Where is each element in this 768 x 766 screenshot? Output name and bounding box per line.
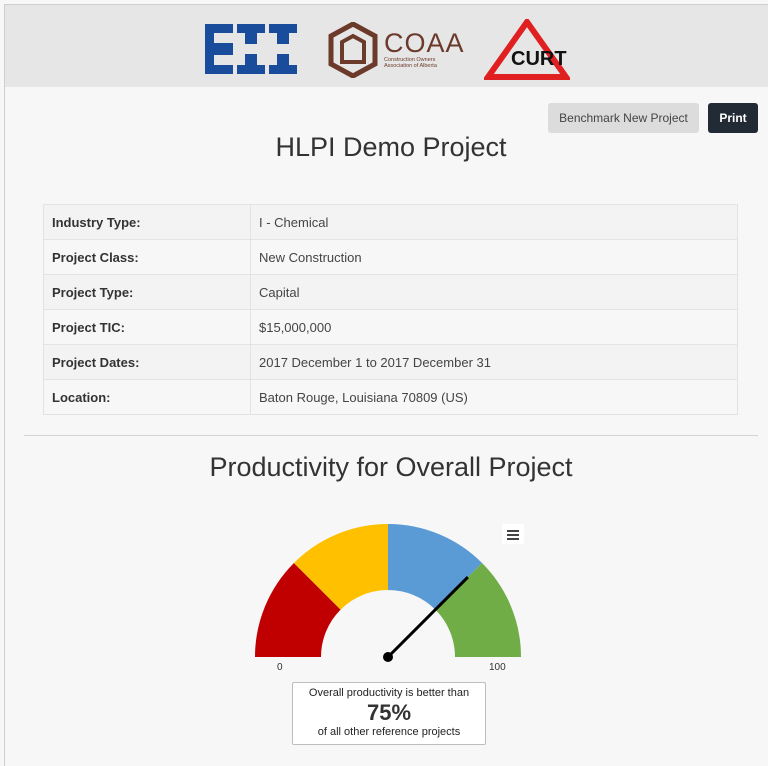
productivity-summary-box: Overall productivity is better than 75% … (292, 682, 486, 745)
detail-value: Baton Rouge, Louisiana 70809 (US) (250, 379, 738, 415)
table-row: Project Class: New Construction (43, 239, 738, 275)
detail-label: Industry Type: (43, 204, 251, 240)
detail-label: Project Type: (43, 274, 251, 310)
page-title: HLPI Demo Project (275, 132, 507, 162)
curt-logo: CURT (484, 19, 570, 80)
coaa-wordmark: COAA (384, 28, 465, 58)
productivity-gauge (255, 524, 521, 662)
detail-label: Project TIC: (43, 309, 251, 345)
section-divider (24, 435, 758, 436)
project-details-table: Industry Type: I - Chemical Project Class:… (43, 204, 738, 415)
coaa-hexagon-icon (328, 22, 378, 78)
curt-wordmark: CURT (511, 48, 567, 70)
table-row: Project Type: Capital (43, 274, 738, 310)
detail-value: 2017 December 1 to 2017 December 31 (250, 344, 738, 380)
detail-value: I - Chemical (250, 204, 738, 240)
summary-line-2: of all other reference projects (317, 726, 461, 738)
detail-label: Location: (43, 379, 251, 415)
benchmark-new-project-button[interactable]: Benchmark New Project (548, 103, 699, 133)
gauge-max-label: 100 (489, 662, 506, 673)
coaa-logo-text: COAA Construction Owners Association of … (384, 28, 465, 70)
detail-label: Project Dates: (43, 344, 251, 380)
detail-value: $15,000,000 (250, 309, 738, 345)
summary-line-1: Overall productivity is better than (308, 687, 470, 699)
hamburger-menu-icon[interactable] (502, 524, 524, 544)
summary-value: 75% (366, 700, 412, 725)
table-row: Location: Baton Rouge, Louisiana 70809 (U… (43, 379, 738, 415)
gauge-min-label: 0 (277, 662, 283, 673)
productivity-title: Productivity for Overall Project (209, 452, 573, 482)
gauge-pivot (383, 652, 393, 662)
coaa-subtext: Construction Owners Association of Alber… (384, 57, 437, 69)
detail-value: New Construction (250, 239, 738, 275)
table-row: Project Dates: 2017 December 1 to 2017 De… (43, 344, 738, 380)
detail-value: Capital (250, 274, 738, 310)
print-button[interactable]: Print (708, 103, 758, 133)
table-row: Project TIC: $15,000,000 (43, 309, 738, 345)
cii-logo (205, 24, 297, 74)
detail-label: Project Class: (43, 239, 251, 275)
table-row: Industry Type: I - Chemical (43, 204, 738, 240)
